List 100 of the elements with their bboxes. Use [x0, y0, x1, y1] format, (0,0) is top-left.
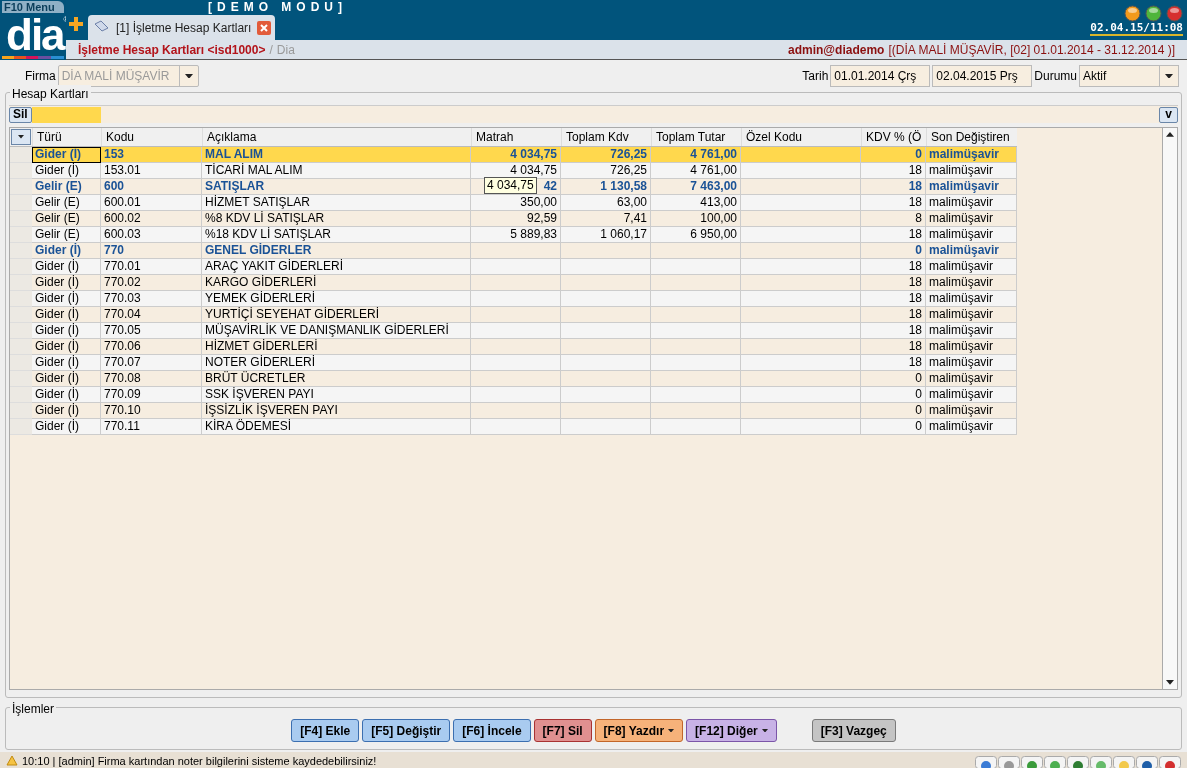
- column-header[interactable]: KDV % (Ö: [861, 128, 926, 146]
- table-cell: 770.08: [101, 371, 202, 387]
- table-cell: 18: [861, 339, 926, 355]
- table-cell: Gider (İ): [32, 403, 101, 419]
- column-chooser-button[interactable]: [11, 129, 31, 145]
- table-cell: YEMEK GİDERLERİ: [202, 291, 471, 307]
- table-cell: 726,25: [561, 147, 651, 163]
- row-header[interactable]: [10, 243, 32, 259]
- row-header[interactable]: [10, 419, 32, 435]
- table-cell: 0: [861, 403, 926, 419]
- window-control-icon[interactable]: [1166, 5, 1183, 22]
- action-button[interactable]: [F12] Diğer: [686, 719, 777, 742]
- table-cell: 153.01: [101, 163, 202, 179]
- module-name: Dia: [276, 41, 295, 59]
- column-header[interactable]: Kodu: [101, 128, 202, 146]
- action-button[interactable]: [F5] Değiştir: [362, 719, 451, 742]
- action-button[interactable]: [F8] Yazdır: [594, 719, 684, 742]
- add-tab-icon[interactable]: [68, 16, 84, 32]
- table-cell: 18: [861, 291, 926, 307]
- toolbar-icon[interactable]: [998, 756, 1020, 768]
- scrollbar[interactable]: [1162, 128, 1177, 689]
- row-header[interactable]: [10, 371, 32, 387]
- table-cell: 350,00: [471, 195, 561, 211]
- row-header[interactable]: [10, 275, 32, 291]
- row-header[interactable]: [10, 179, 32, 195]
- row-header[interactable]: [10, 339, 32, 355]
- filter-menu-button[interactable]: v: [1159, 106, 1178, 123]
- table-cell: ARAÇ YAKIT GİDERLERİ: [202, 259, 471, 275]
- column-header[interactable]: Son Değiştiren: [926, 128, 1017, 146]
- window-control-icon[interactable]: [1124, 5, 1141, 22]
- table-cell: İŞSİZLİK İŞVEREN PAYI: [202, 403, 471, 419]
- row-header[interactable]: [10, 195, 32, 211]
- table-cell: 18: [861, 323, 926, 339]
- table-cell: BRÜT ÜCRETLER: [202, 371, 471, 387]
- table-cell: HİZMET SATIŞLAR: [202, 195, 471, 211]
- document-tab[interactable]: [1] İşletme Hesap Kartları: [88, 15, 276, 40]
- row-header[interactable]: [10, 323, 32, 339]
- table-cell: 7 463,00: [651, 179, 741, 195]
- column-header[interactable]: Türü: [32, 128, 101, 146]
- date-field[interactable]: 01.01.2014 Çrş: [830, 65, 931, 87]
- user-name: admin@diademo: [788, 41, 885, 59]
- table-cell: 18: [861, 227, 926, 243]
- table-cell: 770.10: [101, 403, 202, 419]
- group-title: Hesap Kartları: [10, 85, 91, 103]
- menu-button[interactable]: F10 Menu: [2, 1, 64, 13]
- row-header[interactable]: [10, 291, 32, 307]
- table-cell: 770.02: [101, 275, 202, 291]
- row-header[interactable]: [10, 163, 32, 179]
- table-cell: GENEL GİDERLER: [202, 243, 471, 259]
- table-cell: 6 950,00: [651, 227, 741, 243]
- table-cell: Gider (İ): [32, 243, 101, 259]
- table-cell: 600.03: [101, 227, 202, 243]
- close-icon[interactable]: [257, 20, 272, 35]
- column-header[interactable]: Matrah: [471, 128, 561, 146]
- column-header[interactable]: Toplam Tutar: [651, 128, 741, 146]
- row-header[interactable]: [10, 307, 32, 323]
- window-control-icon[interactable]: [1145, 5, 1162, 22]
- row-header[interactable]: [10, 211, 32, 227]
- warning-icon: [6, 755, 18, 766]
- toolbar-icon[interactable]: [1067, 756, 1089, 768]
- table-cell: 0: [861, 419, 926, 435]
- action-button[interactable]: [F3] Vazgeç: [811, 719, 896, 742]
- table-cell: malimüşavir: [926, 179, 1017, 195]
- action-button[interactable]: [F6] İncele: [453, 719, 531, 742]
- table-cell: 600: [101, 179, 202, 195]
- table-cell: 5 889,83: [471, 227, 561, 243]
- toolbar-icon[interactable]: [1136, 756, 1158, 768]
- table-cell: Gelir (E): [32, 227, 101, 243]
- field-label: Firma: [25, 68, 56, 85]
- table-cell: 92,59: [471, 211, 561, 227]
- row-header[interactable]: [10, 355, 32, 371]
- row-header[interactable]: [10, 227, 32, 243]
- column-header[interactable]: Özel Kodu: [741, 128, 861, 146]
- table-cell: SATIŞLAR: [202, 179, 471, 195]
- filter-cell[interactable]: [31, 106, 101, 123]
- toolbar-icon[interactable]: [1021, 756, 1043, 768]
- table-cell: 0: [861, 387, 926, 403]
- date-field[interactable]: 02.04.2015 Prş: [932, 65, 1033, 87]
- row-header[interactable]: [10, 259, 32, 275]
- toolbar-icon[interactable]: [975, 756, 997, 768]
- column-header[interactable]: Toplam Kdv: [561, 128, 651, 146]
- action-button[interactable]: [F7] Sil: [533, 719, 592, 742]
- action-button[interactable]: [F4] Ekle: [291, 719, 360, 742]
- row-header[interactable]: [10, 403, 32, 419]
- table-cell: 4 034,75: [471, 163, 561, 179]
- table-cell: Gider (İ): [32, 291, 101, 307]
- table-cell: 18: [861, 307, 926, 323]
- table-cell: KİRA ÖDEMESİ: [202, 419, 471, 435]
- table-cell: malimüşavir: [926, 227, 1017, 243]
- table-cell: Gider (İ): [32, 275, 101, 291]
- delete-filter-button[interactable]: Sil: [9, 106, 32, 123]
- row-header[interactable]: [10, 387, 32, 403]
- table-cell: Gider (İ): [32, 371, 101, 387]
- toolbar-icon[interactable]: [1159, 756, 1181, 768]
- table-cell: 770: [101, 243, 202, 259]
- table-cell: Gider (İ): [32, 387, 101, 403]
- status-dropdown[interactable]: Aktif: [1079, 65, 1179, 87]
- toolbar-icon[interactable]: [1044, 756, 1066, 768]
- column-header[interactable]: Açıklama: [202, 128, 471, 146]
- caret-icon: [668, 728, 675, 733]
